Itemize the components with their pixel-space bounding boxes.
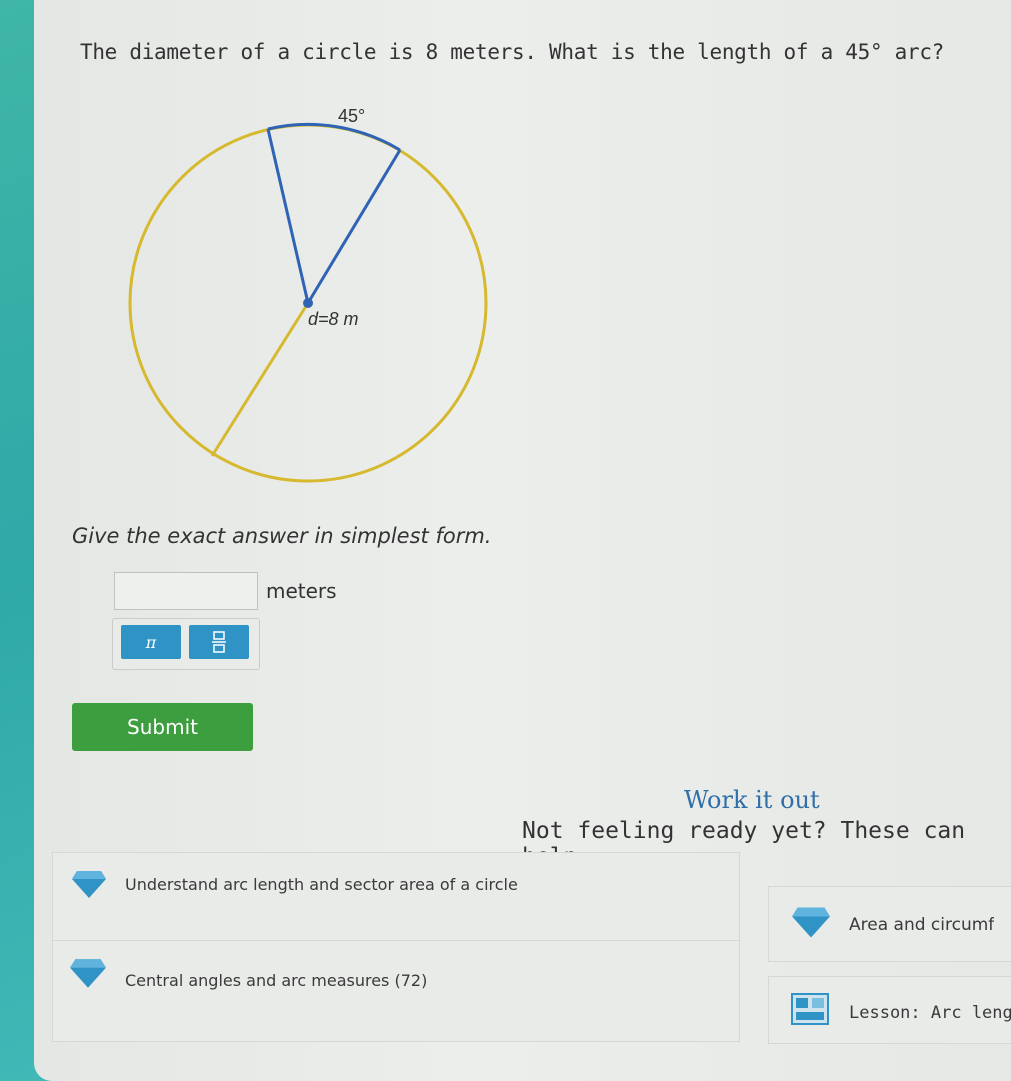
center-point bbox=[303, 298, 313, 308]
circle-diagram: 45° d=8 m bbox=[128, 106, 488, 483]
question-text: The diameter of a circle is 8 meters. Wh… bbox=[80, 40, 945, 64]
help-card-lesson-arc-length[interactable]: Lesson: Arc lengt bbox=[768, 976, 1011, 1044]
help-card-label: Area and circumf bbox=[849, 915, 995, 935]
angle-label: 45° bbox=[338, 106, 365, 126]
radius-line-1 bbox=[266, 128, 310, 304]
fraction-button[interactable] bbox=[189, 625, 249, 659]
help-card-arc-length-sector[interactable]: Understand arc length and sector area of… bbox=[52, 852, 740, 946]
diameter-label: d=8 m bbox=[308, 309, 359, 329]
diamond-icon bbox=[792, 907, 830, 938]
pi-icon: π bbox=[145, 632, 157, 652]
work-it-out-link[interactable]: Work it out bbox=[684, 786, 820, 814]
math-tools-panel: π bbox=[112, 618, 260, 670]
lesson-icon bbox=[791, 993, 829, 1025]
diamond-icon bbox=[70, 959, 106, 988]
pi-button[interactable]: π bbox=[121, 625, 181, 659]
instruction-text: Give the exact answer in simplest form. bbox=[72, 524, 492, 548]
diameter-line bbox=[210, 302, 310, 457]
help-card-label: Lesson: Arc lengt bbox=[849, 1003, 1011, 1023]
help-card-area-circumference[interactable]: Area and circumf bbox=[768, 886, 1011, 962]
diamond-icon bbox=[72, 871, 106, 898]
unit-label: meters bbox=[266, 579, 337, 603]
help-card-label: Understand arc length and sector area of… bbox=[125, 875, 518, 894]
answer-row: meters bbox=[114, 572, 337, 610]
help-card-label: Central angles and arc measures (72) bbox=[125, 971, 428, 990]
answer-input[interactable] bbox=[114, 572, 258, 610]
help-card-central-angles[interactable]: Central angles and arc measures (72) bbox=[52, 940, 740, 1042]
radius-line-2 bbox=[306, 149, 402, 304]
submit-button[interactable]: Submit bbox=[72, 703, 253, 751]
fraction-icon bbox=[212, 631, 226, 653]
